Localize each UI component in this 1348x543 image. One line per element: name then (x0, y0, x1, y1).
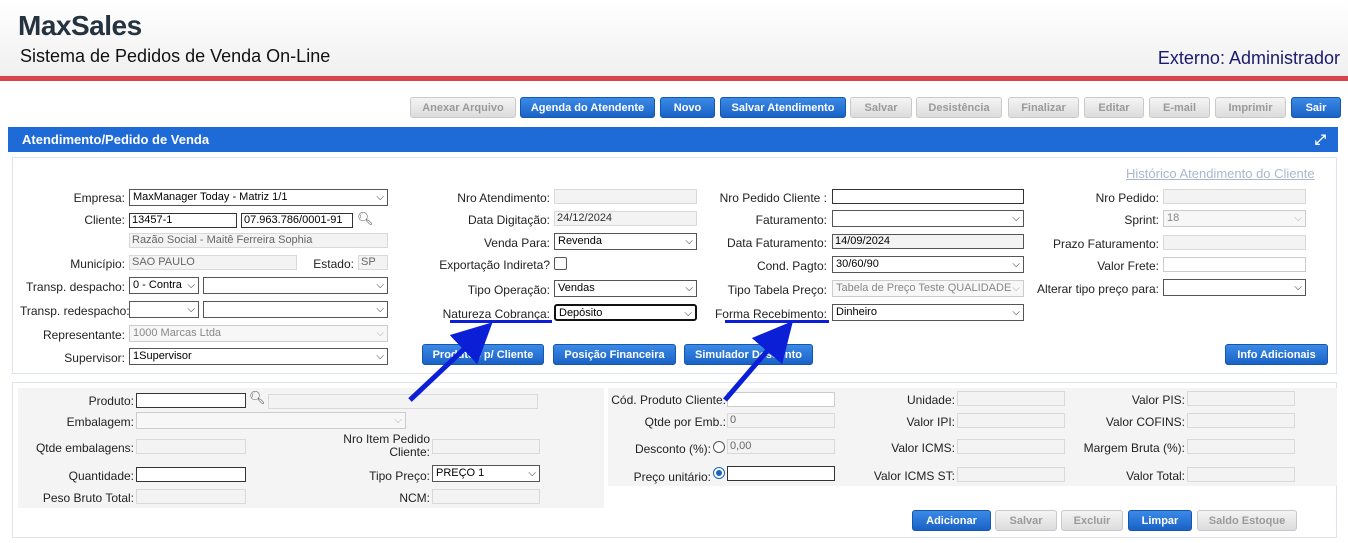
annotation-arrows (408, 320, 794, 402)
arrow-to-natureza (408, 322, 493, 402)
arrow-to-forma-recebimento (723, 320, 794, 402)
